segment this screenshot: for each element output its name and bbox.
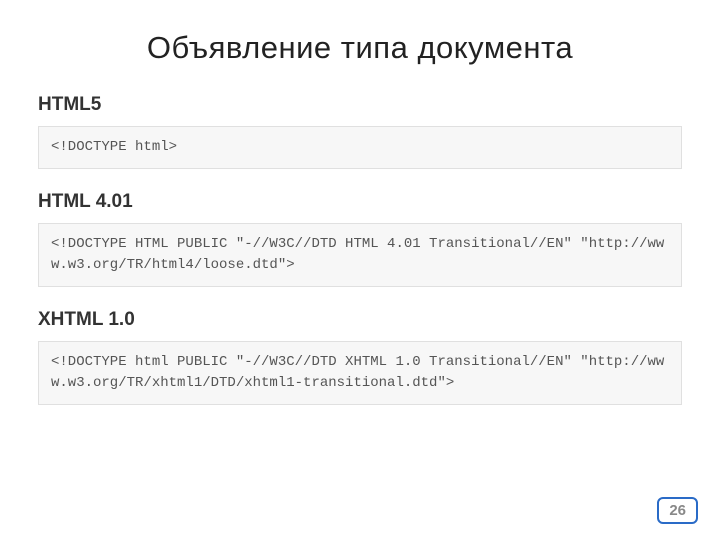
code-block: <!DOCTYPE html PUBLIC "-//W3C//DTD XHTML… [38, 341, 682, 405]
section-html5: HTML5 <!DOCTYPE html> [30, 94, 690, 169]
section-heading: XHTML 1.0 [38, 309, 682, 331]
section-xhtml10: XHTML 1.0 <!DOCTYPE html PUBLIC "-//W3C/… [30, 309, 690, 405]
page-number: 26 [657, 497, 698, 524]
slide-title: Объявление типа документа [30, 30, 690, 66]
section-heading: HTML 4.01 [38, 191, 682, 213]
section-html401: HTML 4.01 <!DOCTYPE HTML PUBLIC "-//W3C/… [30, 191, 690, 287]
section-heading: HTML5 [38, 94, 682, 116]
code-block: <!DOCTYPE HTML PUBLIC "-//W3C//DTD HTML … [38, 223, 682, 287]
code-block: <!DOCTYPE html> [38, 126, 682, 169]
